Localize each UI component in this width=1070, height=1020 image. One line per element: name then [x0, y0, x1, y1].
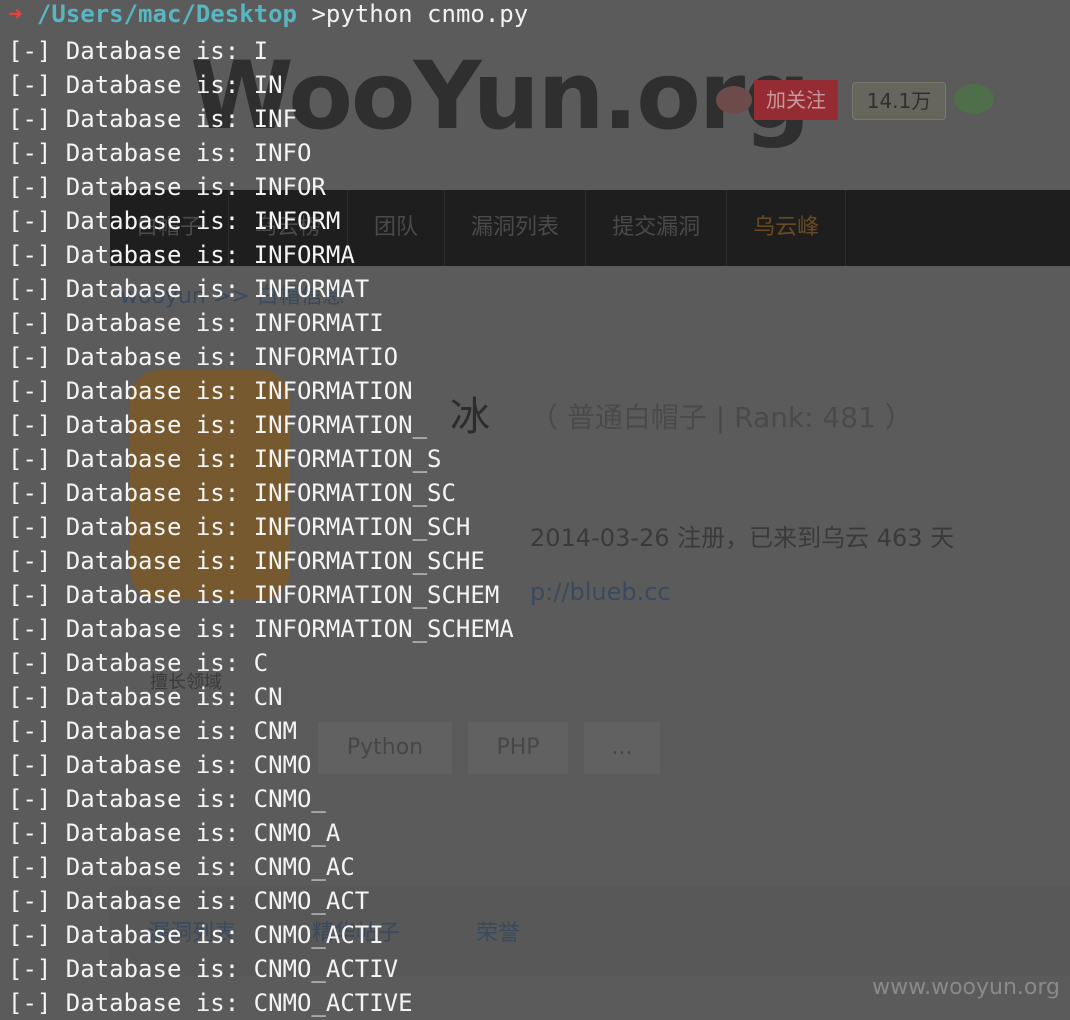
prompt-path: /Users/mac/Desktop — [36, 0, 297, 28]
terminal-output-line: [-] Database is: CNM — [8, 717, 297, 745]
terminal-output-line: [-] Database is: INFORM — [8, 207, 341, 235]
watermark: www.wooyun.org — [872, 975, 1060, 1000]
terminal-output-line: [-] Database is: INFORMATION_SCHEM — [8, 581, 500, 609]
terminal-output-line: [-] Database is: INFORMATION — [8, 377, 413, 405]
terminal-output: [-] Database is: I [-] Database is: IN [-]… — [0, 34, 1070, 1020]
terminal-output-line: [-] Database is: IN — [8, 71, 283, 99]
terminal-output-line: [-] Database is: C — [8, 649, 269, 677]
terminal-output-line: [-] Database is: INFO — [8, 139, 312, 167]
terminal-output-line: [-] Database is: CNMO_ACTI — [8, 921, 384, 949]
prompt-command: >python cnmo.py — [311, 0, 529, 28]
terminal-output-line: [-] Database is: CNMO_A — [8, 819, 341, 847]
terminal-output-line: [-] Database is: INFORMATIO — [8, 343, 399, 371]
terminal-output-line: [-] Database is: INFORMATI — [8, 309, 384, 337]
terminal-output-line: [-] Database is: INFORMATION_SCHEMA — [8, 615, 514, 643]
terminal-output-line: [-] Database is: INFORMATION_S — [8, 445, 442, 473]
terminal-output-line: [-] Database is: INFORMATION_SC — [8, 479, 456, 507]
terminal-output-line: [-] Database is: I — [8, 37, 269, 65]
terminal-output-line: [-] Database is: CN — [8, 683, 283, 711]
terminal-output-line: [-] Database is: INFORMA — [8, 241, 355, 269]
terminal-output-line: [-] Database is: CNMO_AC — [8, 853, 355, 881]
terminal-output-line: [-] Database is: INFORMATION_SCH — [8, 513, 471, 541]
terminal-output-line: [-] Database is: CNMO_ — [8, 785, 326, 813]
terminal-output-line: [-] Database is: INFOR — [8, 173, 326, 201]
prompt-arrow-icon: ➜ — [8, 0, 23, 28]
terminal-output-line: [-] Database is: INFORMATION_SCHE — [8, 547, 485, 575]
terminal-output-line: [-] Database is: CNMO — [8, 751, 312, 779]
prompt-line: ➜ /Users/mac/Desktop >python cnmo.py — [0, 0, 1070, 34]
terminal-output-line: [-] Database is: INF — [8, 105, 297, 133]
terminal-output-line: [-] Database is: INFORMATION_ — [8, 411, 428, 439]
terminal-output-line: [-] Database is: INFORMAT — [8, 275, 370, 303]
terminal-window[interactable]: ➜ /Users/mac/Desktop >python cnmo.py [-]… — [0, 0, 1070, 1020]
terminal-output-line: [-] Database is: CNMO_ACT — [8, 887, 370, 915]
